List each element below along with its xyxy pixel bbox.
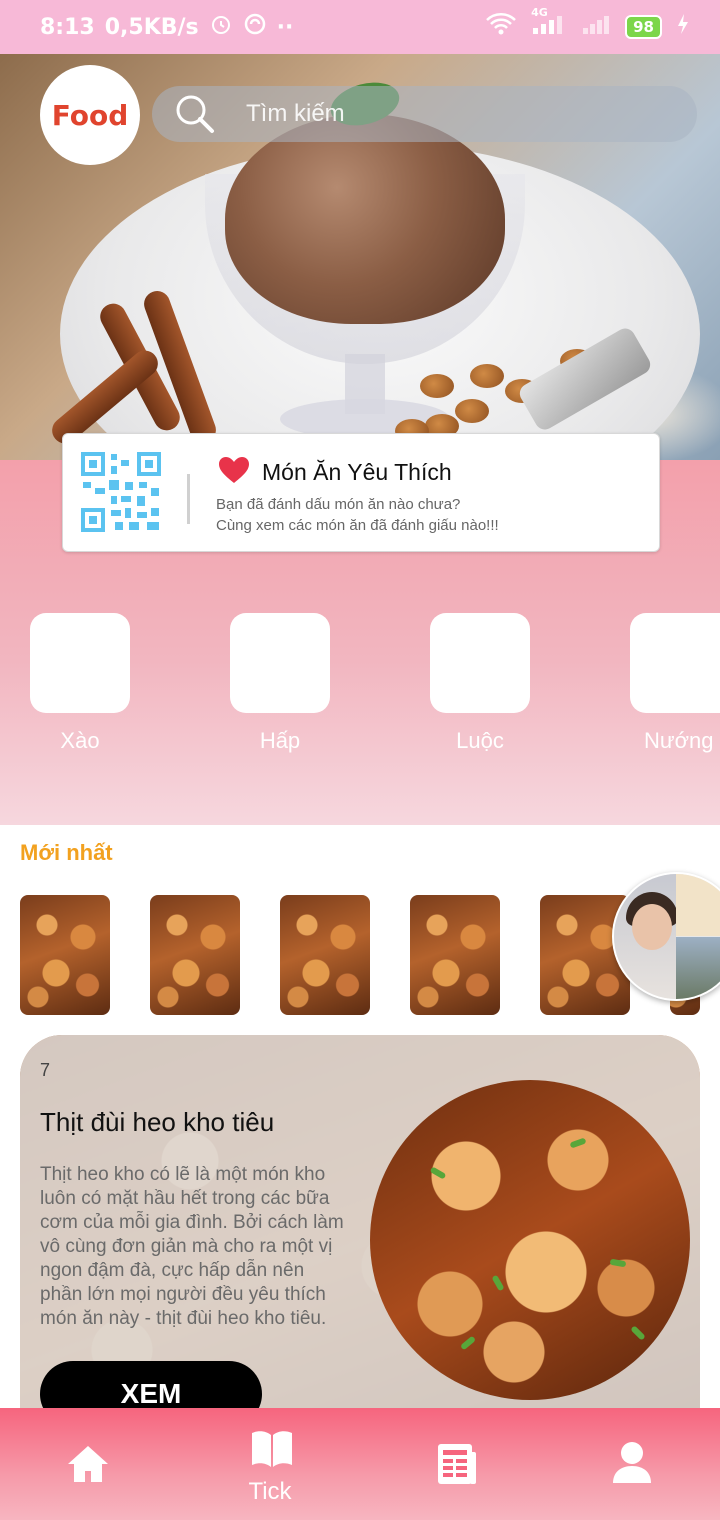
- bottom-navigation: Tick: [0, 1408, 720, 1520]
- more-dots-icon: ··: [276, 14, 294, 40]
- newest-thumbnail[interactable]: [150, 895, 240, 1015]
- newest-thumbnail[interactable]: [280, 895, 370, 1015]
- nav-news[interactable]: [360, 1408, 540, 1520]
- qr-code-icon[interactable]: [81, 452, 161, 532]
- nav-home[interactable]: [0, 1408, 180, 1520]
- recipe-title: Thịt đùi heo kho tiêu: [40, 1107, 275, 1137]
- network-type: 4G: [531, 6, 548, 19]
- status-speed: 0,5KB/s: [104, 14, 199, 40]
- category-label-luoc[interactable]: Luộc: [410, 728, 550, 754]
- category-tile-hap[interactable]: [230, 613, 330, 713]
- search-bar[interactable]: [152, 86, 697, 142]
- home-icon[interactable]: [66, 1444, 110, 1489]
- newest-thumbnail[interactable]: [20, 895, 110, 1015]
- battery-indicator: 98: [625, 15, 662, 39]
- search-input[interactable]: [244, 93, 628, 135]
- heart-icon: [218, 456, 250, 489]
- category-tile-luoc[interactable]: [430, 613, 530, 713]
- category-label-nuong[interactable]: Nướng: [610, 728, 720, 754]
- status-time: 8:13: [40, 14, 95, 40]
- favorites-desc-line1: Bạn đã đánh dấu món ăn nào chưa?: [216, 496, 461, 513]
- search-icon[interactable]: [174, 93, 216, 135]
- wifi-icon: [485, 12, 517, 42]
- category-label-xao[interactable]: Xào: [10, 728, 150, 754]
- signal-4g-icon: 4G: [531, 6, 567, 42]
- recipe-description: Thịt heo kho có lẽ là một món kho luôn c…: [40, 1164, 344, 1329]
- user-icon[interactable]: [612, 1441, 652, 1490]
- nav-profile[interactable]: [540, 1408, 720, 1520]
- status-bar: 8:13 0,5KB/s ·· 4G 98: [0, 0, 720, 54]
- news-icon[interactable]: [436, 1442, 478, 1491]
- book-icon[interactable]: [251, 1430, 293, 1473]
- category-tile-nuong[interactable]: [630, 613, 720, 713]
- recipe-number: 7: [40, 1060, 51, 1080]
- signal-icon: [581, 12, 611, 42]
- floating-chat-bubble[interactable]: [612, 872, 720, 1001]
- featured-recipe-card[interactable]: 7 Thịt đùi heo kho tiêu Thịt heo kho có …: [20, 1035, 700, 1455]
- recipe-photo: [370, 1080, 690, 1400]
- category-label-hap[interactable]: Hấp: [210, 728, 350, 754]
- nav-tick-label[interactable]: Tick: [180, 1478, 360, 1506]
- nav-tick[interactable]: Tick: [180, 1408, 360, 1520]
- logo-text: Food: [51, 98, 129, 132]
- charging-icon: [676, 12, 690, 42]
- category-tile-xao[interactable]: [30, 613, 130, 713]
- newest-section-title: Mới nhất: [20, 840, 113, 865]
- newest-thumbnail[interactable]: [410, 895, 500, 1015]
- card-divider: [187, 474, 190, 524]
- vpn-icon: [243, 12, 267, 42]
- favorites-title: Món Ăn Yêu Thích: [262, 459, 452, 485]
- app-logo[interactable]: Food: [40, 65, 140, 165]
- alarm-icon: [209, 12, 233, 42]
- favorites-desc-line2: Cùng xem các món ăn đã đánh giấu nào!!!: [216, 517, 499, 534]
- favorites-card[interactable]: Món Ăn Yêu Thích Bạn đã đánh dấu món ăn …: [62, 433, 660, 552]
